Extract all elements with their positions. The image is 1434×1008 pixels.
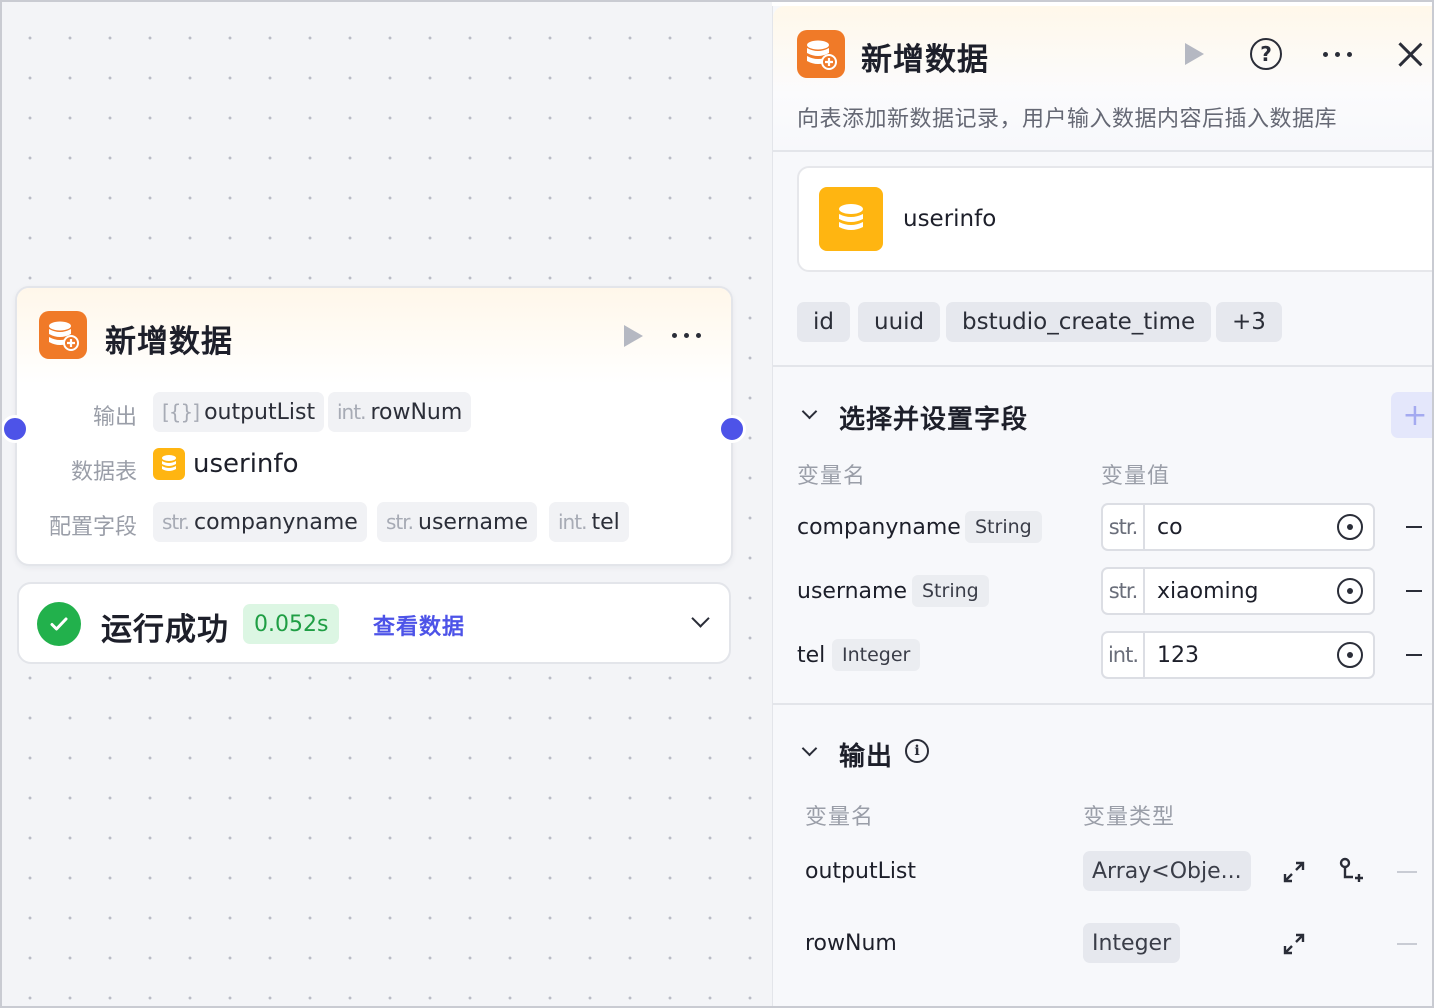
chevron-down-icon[interactable] (691, 609, 710, 628)
field-value-input[interactable]: int. 123 (1101, 631, 1375, 679)
output-port[interactable] (718, 415, 746, 443)
variable-ref-icon[interactable] (1337, 514, 1363, 540)
field-value: co (1157, 515, 1183, 540)
minus-icon[interactable] (1406, 654, 1422, 656)
variable-ref-icon[interactable] (1337, 642, 1363, 668)
input-port[interactable] (1, 415, 29, 443)
type-badge: Integer (832, 639, 921, 671)
field-name: tel (797, 643, 826, 668)
output-chip-rownum: int. rowNum (328, 392, 472, 432)
database-add-icon (797, 30, 845, 78)
field-chip-tel: int. tel (549, 502, 629, 542)
database-icon (819, 187, 883, 251)
more-icon[interactable] (672, 333, 701, 338)
field-value: xiaoming (1157, 579, 1259, 604)
node-table-name: userinfo (193, 449, 299, 479)
close-icon[interactable] (1396, 40, 1424, 68)
column-header-name: 变量名 (797, 464, 867, 489)
add-field-button[interactable]: + (1391, 392, 1434, 438)
output-label: 输出 (92, 405, 137, 430)
table-label: 数据表 (70, 460, 137, 485)
play-icon[interactable] (624, 325, 643, 347)
type-prefix: str. (1103, 505, 1145, 549)
minus-icon[interactable] (1406, 526, 1422, 528)
link-variable-icon[interactable] (1337, 857, 1365, 885)
type-prefix: str. (1103, 569, 1145, 613)
duration-badge: 0.052s (243, 604, 340, 644)
type-badge: String (912, 575, 989, 607)
play-icon[interactable] (1185, 43, 1204, 65)
output-type-badge: Array<Obje... (1083, 851, 1251, 891)
field-name: companyname (797, 515, 961, 540)
variable-ref-icon[interactable] (1337, 578, 1363, 604)
divider (773, 703, 1434, 705)
check-icon (37, 602, 81, 646)
database-add-icon (39, 311, 87, 359)
fields-label: 配置字段 (48, 515, 137, 540)
plus-icon: + (1402, 397, 1428, 433)
help-icon[interactable]: ? (1250, 38, 1282, 70)
minus-icon[interactable] (1397, 871, 1417, 873)
output-name: outputList (805, 859, 917, 884)
fields-section-title[interactable]: 选择并设置字段 (839, 399, 1028, 436)
panel-description: 向表添加新数据记录，用户输入数据内容后插入数据库 (797, 107, 1338, 132)
info-icon[interactable]: i (905, 739, 929, 763)
chevron-down-icon[interactable] (801, 740, 818, 757)
minus-icon[interactable] (1397, 943, 1417, 945)
panel-title: 新增数据 (861, 42, 989, 78)
column-tag: bstudio_create_time (946, 302, 1212, 342)
type-badge: String (965, 511, 1042, 543)
field-value: 123 (1157, 643, 1199, 668)
more-icon[interactable] (1323, 52, 1352, 57)
type-prefix: int. (1103, 633, 1145, 677)
column-tag: id (797, 302, 850, 342)
output-type-badge: Integer (1083, 923, 1181, 963)
output-name: rowNum (805, 931, 897, 956)
add-data-node[interactable]: 新增数据 输出 [{}] outputList int. rowNum 数据表 us… (15, 286, 733, 566)
expand-icon[interactable] (1281, 931, 1307, 957)
output-chip-outputlist: [{}] outputList (153, 392, 325, 432)
column-header-type: 变量类型 (1083, 805, 1176, 830)
column-more-tag[interactable]: +3 (1216, 302, 1282, 342)
divider (773, 365, 1434, 367)
column-tag: uuid (858, 302, 941, 342)
workflow-canvas[interactable]: 新增数据 输出 [{}] outputList int. rowNum 数据表 us… (0, 0, 772, 1008)
field-value-input[interactable]: str. co (1101, 503, 1375, 551)
node-config-panel: 新增数据 ? 向表添加新数据记录，用户输入数据内容后插入数据库 userinfo… (772, 6, 1434, 1008)
field-name: username (797, 579, 907, 604)
run-status: 运行成功 (101, 612, 229, 648)
divider (773, 150, 1434, 152)
database-icon (153, 448, 185, 480)
minus-icon[interactable] (1406, 590, 1422, 592)
view-data-link[interactable]: 查看数据 (373, 609, 465, 641)
expand-icon[interactable] (1281, 859, 1307, 885)
output-section-title[interactable]: 输出 (839, 736, 893, 773)
field-chip-companyname: str. companyname (153, 502, 367, 542)
table-name: userinfo (903, 206, 997, 232)
chevron-down-icon[interactable] (801, 403, 818, 420)
field-chip-username: str. username (377, 502, 538, 542)
field-value-input[interactable]: str. xiaoming (1101, 567, 1375, 615)
node-title: 新增数据 (105, 324, 233, 360)
table-card[interactable]: userinfo (797, 166, 1434, 272)
column-header-value: 变量值 (1101, 464, 1171, 489)
run-result-bar[interactable]: 运行成功 0.052s 查看数据 (17, 582, 731, 664)
column-header-name: 变量名 (805, 805, 875, 830)
